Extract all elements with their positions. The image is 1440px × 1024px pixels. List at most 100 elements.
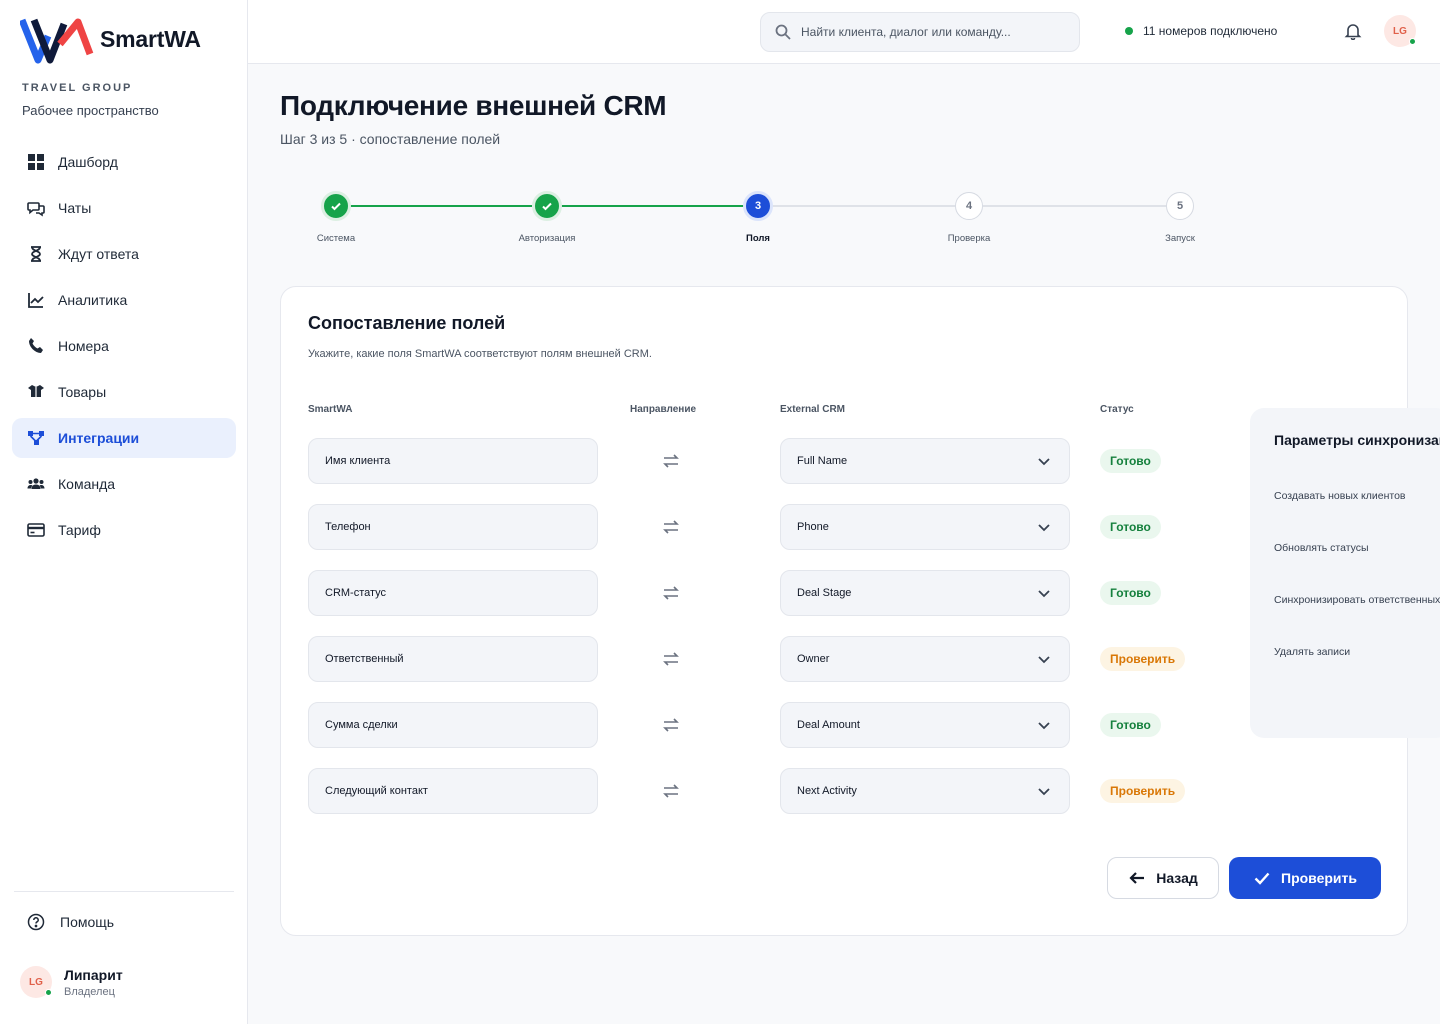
sync-option-delete-records[interactable]: Удалять записи — [1274, 646, 1350, 658]
swap-arrows-icon[interactable] — [662, 650, 680, 668]
swap-arrows-icon[interactable] — [662, 716, 680, 734]
step-2-label: Авторизация — [518, 233, 576, 244]
external-field-select[interactable]: Deal Stage — [780, 570, 1070, 616]
step-5-label: Запуск — [1165, 233, 1195, 244]
card-title: Сопоставление полей — [308, 313, 506, 333]
sidebar-item-label: Аналитика — [58, 292, 128, 308]
column-header-direction: Направление — [630, 404, 697, 415]
search-box[interactable] — [760, 12, 1080, 52]
help-label: Помощь — [60, 914, 115, 930]
step-3-label: Поля — [746, 233, 770, 244]
sidebar-divider — [14, 891, 234, 892]
step-1-circle[interactable] — [321, 191, 351, 221]
analytics-icon — [26, 290, 46, 310]
smartwa-field: CRM-статус — [308, 570, 598, 616]
sidebar: SmartWA TRAVEL GROUP Рабочее пространств… — [0, 0, 248, 1024]
online-indicator — [1409, 38, 1416, 45]
step-connector-3 — [772, 205, 955, 207]
check-icon — [542, 202, 552, 211]
sidebar-item-tariff[interactable]: Тариф — [12, 510, 236, 550]
app-name: SmartWA — [100, 25, 201, 52]
topbar: 11 номеров подключено LG — [248, 0, 1440, 64]
back-button[interactable]: Назад — [1107, 857, 1219, 899]
select-value: Next Activity — [797, 785, 857, 797]
step-3-circle[interactable]: 3 — [743, 191, 773, 221]
select-value: Deal Amount — [797, 719, 860, 731]
avatar-initials: LG — [1393, 25, 1407, 37]
user-profile[interactable]: LG Липарит Владелец — [20, 966, 123, 998]
step-5-circle[interactable]: 5 — [1166, 192, 1194, 220]
phone-icon — [26, 336, 46, 356]
page-subtitle: Шаг 3 из 5 · сопоставление полей — [280, 131, 501, 147]
swap-arrows-icon[interactable] — [662, 584, 680, 602]
sidebar-item-team[interactable]: Команда — [12, 464, 236, 504]
sidebar-item-label: Дашборд — [58, 154, 118, 170]
chat-icon — [26, 198, 46, 218]
sidebar-item-numbers[interactable]: Номера — [12, 326, 236, 366]
external-field-select[interactable]: Next Activity — [780, 768, 1070, 814]
page-title: Подключение внешней CRM — [280, 90, 667, 121]
swap-arrows-icon[interactable] — [662, 782, 680, 800]
sidebar-item-analytics[interactable]: Аналитика — [12, 280, 236, 320]
back-button-label: Назад — [1156, 870, 1198, 886]
app-logo[interactable]: SmartWA — [20, 14, 201, 64]
column-header-external: External CRM — [780, 404, 846, 415]
swap-arrows-icon[interactable] — [662, 518, 680, 536]
search-icon — [775, 24, 791, 40]
card-description: Укажите, какие поля SmartWA соответствую… — [308, 348, 652, 360]
step-connector-1 — [350, 205, 532, 207]
external-field-select[interactable]: Owner — [780, 636, 1070, 682]
chevron-down-icon — [1038, 590, 1050, 598]
select-value: Phone — [797, 521, 829, 533]
check-icon — [331, 202, 341, 211]
status-badge: Готово — [1100, 581, 1161, 605]
external-field-select[interactable]: Phone — [780, 504, 1070, 550]
workspace-org: TRAVEL GROUP — [22, 82, 133, 94]
notifications-button[interactable] — [1344, 22, 1364, 42]
dashboard-icon — [26, 152, 46, 172]
step-connector-4 — [983, 205, 1166, 207]
sidebar-item-label: Ждут ответа — [58, 246, 139, 262]
smartwa-logo-icon — [20, 18, 94, 64]
credit-card-icon — [26, 520, 46, 540]
column-header-status: Статус — [1100, 404, 1134, 415]
topbar-avatar[interactable]: LG — [1384, 15, 1416, 47]
select-value: Owner — [797, 653, 830, 665]
external-field-select[interactable]: Full Name — [780, 438, 1070, 484]
external-field-select[interactable]: Deal Amount — [780, 702, 1070, 748]
step-number: 4 — [965, 200, 973, 212]
sync-option-sync-owners[interactable]: Синхронизировать ответственных — [1274, 594, 1440, 606]
sync-panel-title: Параметры синхронизации — [1274, 432, 1440, 448]
search-input[interactable] — [801, 25, 1061, 39]
sidebar-item-dashboard[interactable]: Дашборд — [12, 142, 236, 182]
help-link[interactable]: Помощь — [26, 912, 114, 932]
smartwa-field: Ответственный — [308, 636, 598, 682]
sidebar-nav: Дашборд Чаты Ждут ответа Аналитика Номер… — [12, 142, 236, 556]
sidebar-item-awaiting[interactable]: Ждут ответа — [12, 234, 236, 274]
column-header-smartwa: SmartWA — [308, 404, 353, 415]
sidebar-item-label: Товары — [58, 384, 107, 400]
check-icon — [1254, 872, 1270, 885]
sync-option-update-statuses[interactable]: Обновлять статусы — [1274, 542, 1369, 554]
step-number: 5 — [1176, 200, 1184, 212]
status-badge: Готово — [1100, 449, 1161, 473]
step-2-circle[interactable] — [532, 191, 562, 221]
smartwa-field: Имя клиента — [308, 438, 598, 484]
step-4-label: Проверка — [947, 233, 991, 244]
smartwa-field: Следующий контакт — [308, 768, 598, 814]
check-button[interactable]: Проверить — [1229, 857, 1381, 899]
status-badge: Готово — [1100, 713, 1161, 737]
workspace-label: Рабочее пространство — [22, 103, 159, 118]
check-button-label: Проверить — [1281, 870, 1357, 886]
sidebar-item-products[interactable]: Товары — [12, 372, 236, 412]
team-icon — [26, 474, 46, 494]
swap-arrows-icon[interactable] — [662, 452, 680, 470]
sidebar-item-chats[interactable]: Чаты — [12, 188, 236, 228]
status-dot — [1125, 27, 1133, 35]
sidebar-item-label: Номера — [58, 338, 109, 354]
step-1-label: Система — [316, 233, 356, 244]
user-name: Липарит — [64, 966, 123, 983]
sidebar-item-integrations[interactable]: Интеграции — [12, 418, 236, 458]
sync-option-create-clients[interactable]: Создавать новых клиентов — [1274, 490, 1406, 502]
step-4-circle[interactable]: 4 — [955, 192, 983, 220]
